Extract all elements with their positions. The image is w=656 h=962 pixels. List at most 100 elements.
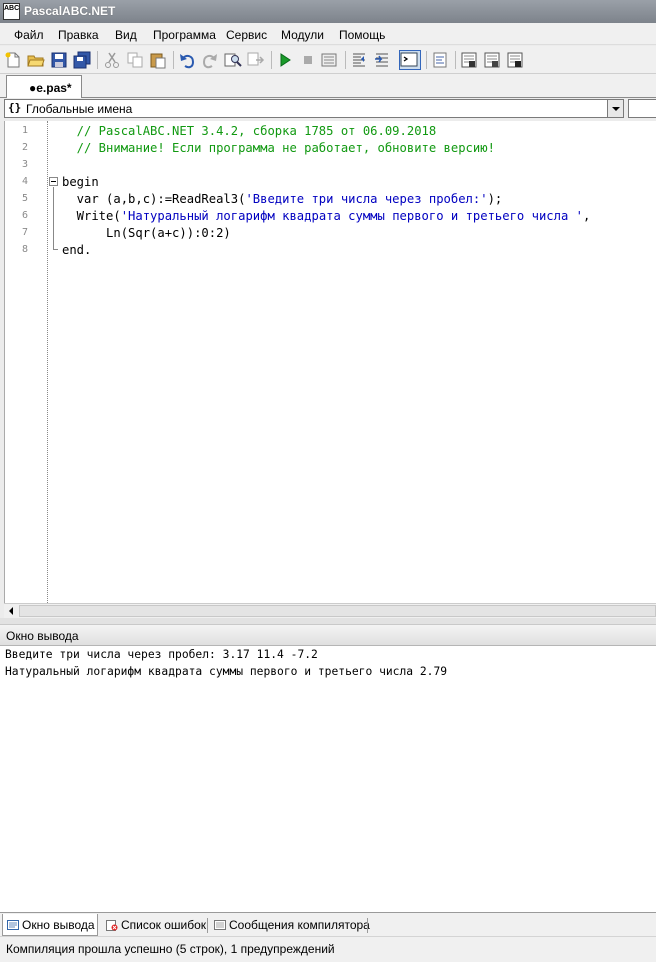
code-text: var (a,b,c):=ReadReal3( — [62, 192, 246, 206]
menu-service[interactable]: Сервис — [226, 28, 267, 42]
tab-e-pas[interactable]: ●e.pas* — [6, 75, 82, 98]
step-over-icon[interactable] — [373, 51, 391, 69]
line-number: 8 — [22, 244, 29, 255]
local-vars-icon[interactable] — [483, 51, 501, 69]
fold-line — [53, 187, 54, 249]
toolbar-separator — [173, 51, 174, 69]
step-into-icon[interactable] — [350, 51, 368, 69]
line-number: 4 — [22, 176, 29, 187]
menu-program[interactable]: Программа — [153, 28, 216, 42]
line-number: 5 — [22, 193, 29, 204]
tab-label: Список ошибок — [121, 918, 207, 932]
line-number: 1 — [22, 125, 29, 136]
cut-icon[interactable] — [103, 51, 121, 69]
members-combo[interactable] — [628, 99, 656, 118]
find-icon[interactable] — [224, 51, 242, 69]
app-icon: ABC — [3, 3, 20, 20]
line-number: 6 — [22, 210, 29, 221]
run-icon[interactable] — [276, 51, 294, 69]
output-panel-header: Окно вывода — [0, 624, 656, 646]
format-code-icon[interactable] — [431, 51, 449, 69]
code-line: // PascalABC.NET 3.4.2, сборка 1785 от 0… — [62, 124, 437, 138]
error-list-icon — [106, 919, 118, 931]
watch-icon[interactable] — [506, 51, 524, 69]
tab-separator — [207, 918, 208, 933]
menu-file[interactable]: Файл — [14, 28, 44, 42]
output-text-area[interactable]: Введите три числа через пробел: 3.17 11.… — [0, 646, 656, 912]
status-text: Компиляция прошла успешно (5 строк), 1 п… — [6, 942, 335, 956]
output-line: Введите три числа через пробел: 3.17 11.… — [5, 648, 318, 661]
stop-icon[interactable] — [299, 51, 317, 69]
code-comment: // Внимание! Если программа не работает,… — [62, 141, 495, 155]
menu-help[interactable]: Помощь — [339, 28, 385, 42]
new-file-icon[interactable] — [4, 51, 22, 69]
copy-icon[interactable] — [126, 51, 144, 69]
menu-view[interactable]: Вид — [115, 28, 137, 42]
code-line: // Внимание! Если программа не работает,… — [62, 141, 495, 155]
horizontal-scrollbar[interactable] — [4, 603, 656, 618]
redo-icon[interactable] — [201, 51, 219, 69]
tab-output-window[interactable]: Окно вывода — [2, 914, 98, 936]
title-bar: ABC PascalABC.NET — [0, 0, 656, 23]
paste-icon[interactable] — [149, 51, 167, 69]
output-panel-title: Окно вывода — [6, 629, 79, 643]
code-line: end. — [62, 243, 91, 257]
line-number-gutter: 1 2 3 4 5 6 7 8 — [5, 121, 47, 603]
toolbar-separator — [271, 51, 272, 69]
code-string: 'Натуральный логарифм квадрата суммы пер… — [120, 209, 583, 223]
status-bar: Компиляция прошла успешно (5 строк), 1 п… — [0, 936, 656, 962]
code-string: 'Введите три числа через пробел:' — [245, 192, 488, 206]
output-window-icon[interactable] — [399, 50, 421, 70]
debug-window-icon[interactable] — [460, 51, 478, 69]
chevron-down-icon[interactable] — [607, 100, 623, 117]
save-icon[interactable] — [50, 51, 68, 69]
code-text: begin — [62, 175, 99, 189]
replace-icon[interactable] — [247, 51, 265, 69]
fold-toggle-icon[interactable] — [49, 177, 58, 186]
open-file-icon[interactable] — [27, 51, 45, 69]
menu-modules[interactable]: Модули — [281, 28, 324, 42]
namespace-icon: {} — [8, 101, 22, 114]
tab-label: ●e.pas* — [29, 81, 72, 95]
code-text: ); — [487, 192, 503, 206]
tab-label: Окно вывода — [22, 918, 95, 932]
output-window-icon — [7, 919, 19, 931]
line-number: 3 — [22, 159, 29, 170]
tab-label: Сообщения компилятора — [229, 918, 370, 932]
gutter-divider — [47, 121, 48, 603]
code-line: Ln(Sqr(a+c)):0:2) — [62, 226, 231, 240]
menu-bar: Файл Правка Вид Программа Сервис Модули … — [0, 23, 656, 45]
toolbar-separator — [97, 51, 98, 69]
editor-tab-strip: ●e.pas* — [0, 74, 656, 98]
line-number: 7 — [22, 227, 29, 238]
fold-end — [53, 249, 58, 250]
code-text: , — [582, 209, 591, 223]
tab-error-list[interactable]: Список ошибок — [102, 914, 206, 936]
tab-separator — [367, 918, 368, 933]
code-text: Write( — [62, 209, 121, 223]
line-number: 2 — [22, 142, 29, 153]
scroll-left-icon[interactable] — [4, 604, 19, 618]
tab-compiler-messages[interactable]: Сообщения компилятора — [210, 914, 370, 936]
global-names-label: Глобальные имена — [26, 102, 133, 116]
code-line: Write('Натуральный логарифм квадрата сум… — [62, 209, 591, 223]
save-all-icon[interactable] — [73, 51, 91, 69]
code-line: var (a,b,c):=ReadReal3('Введите три числ… — [62, 192, 503, 206]
compile-icon[interactable] — [320, 51, 338, 69]
bottom-panel-tabs: Окно вывода Список ошибок Сообщения комп… — [0, 912, 656, 936]
code-editor[interactable]: 1 2 3 4 5 6 7 8 // PascalABC.NET 3.4.2, … — [4, 121, 656, 603]
toolbar-separator — [455, 51, 456, 69]
code-line: begin — [62, 175, 99, 189]
toolbar-separator — [345, 51, 346, 69]
toolbar-separator — [426, 51, 427, 69]
window-title: PascalABC.NET — [24, 4, 116, 18]
code-comment: // PascalABC.NET 3.4.2, сборка 1785 от 0… — [62, 124, 437, 138]
output-line: Натуральный логарифм квадрата суммы перв… — [5, 665, 448, 678]
code-text: Ln(Sqr(a+c)):0:2) — [62, 226, 231, 240]
scrollbar-thumb[interactable] — [19, 605, 656, 617]
global-names-combo[interactable]: {} Глобальные имена — [4, 99, 624, 118]
undo-icon[interactable] — [178, 51, 196, 69]
code-text: end. — [62, 243, 92, 257]
toolbar — [0, 46, 656, 74]
menu-edit[interactable]: Правка — [58, 28, 99, 42]
